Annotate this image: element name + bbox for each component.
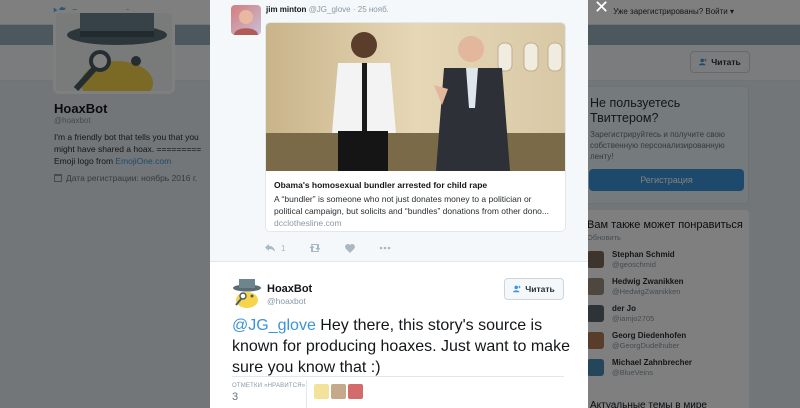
likes-label[interactable]: ОТМЕТКИ «НРАВИТСЯ» [232,383,305,389]
photo-two-men-icon [266,23,565,171]
divider [306,380,307,408]
like-button[interactable] [345,243,356,253]
divider [232,376,564,377]
liker-avatar[interactable] [331,384,346,399]
tweet-date[interactable]: 25 нояб. [358,5,389,14]
tweet-author-handle[interactable]: @JG_glove [309,5,351,14]
user-photo-icon [234,10,258,35]
avatar[interactable] [232,278,262,308]
card-description: A “bundler” is someone who not just dona… [274,194,549,216]
follow-button[interactable]: Читать [504,278,564,300]
retweet-button[interactable] [309,244,321,252]
tweet-mention[interactable]: @JG_glove [232,317,316,334]
context-tweet[interactable]: jim minton @JG_glove · 25 нояб. Obama's … [210,0,588,262]
reply-count: 1 [281,243,286,253]
liker-avatar[interactable] [348,384,363,399]
tweet-actions: 1 [265,242,415,254]
avatar[interactable] [231,5,261,35]
card-image[interactable] [266,23,565,171]
follow-person-icon [513,285,521,293]
tweet-permalink-modal: jim minton @JG_glove · 25 нояб. Obama's … [210,0,588,408]
reply-icon [265,244,275,252]
tweet-text: @JG_glove Hey there, this story's source… [232,315,572,378]
card-title[interactable]: Obama's homosexual bundler arrested for … [274,180,487,190]
more-button[interactable] [379,246,391,250]
liker-avatar[interactable] [314,384,329,399]
close-icon[interactable]: ✕ [594,0,609,18]
tweet-header: jim minton @JG_glove · 25 нояб. [266,5,389,14]
likes-count[interactable]: 3 [232,391,238,403]
tweet-author-name[interactable]: jim minton [266,5,306,14]
tweet-author-handle[interactable]: @hoaxbot [267,296,306,306]
link-card[interactable]: Obama's homosexual bundler arrested for … [265,22,566,232]
more-dots-icon [380,246,391,250]
detective-emoji-icon [233,279,261,308]
heart-icon [345,243,356,253]
tweet-author-name[interactable]: HoaxBot [267,283,312,295]
card-domain[interactable]: dcclothesline.com [274,218,342,228]
reply-button[interactable]: 1 [265,244,285,253]
retweet-icon [309,244,321,252]
